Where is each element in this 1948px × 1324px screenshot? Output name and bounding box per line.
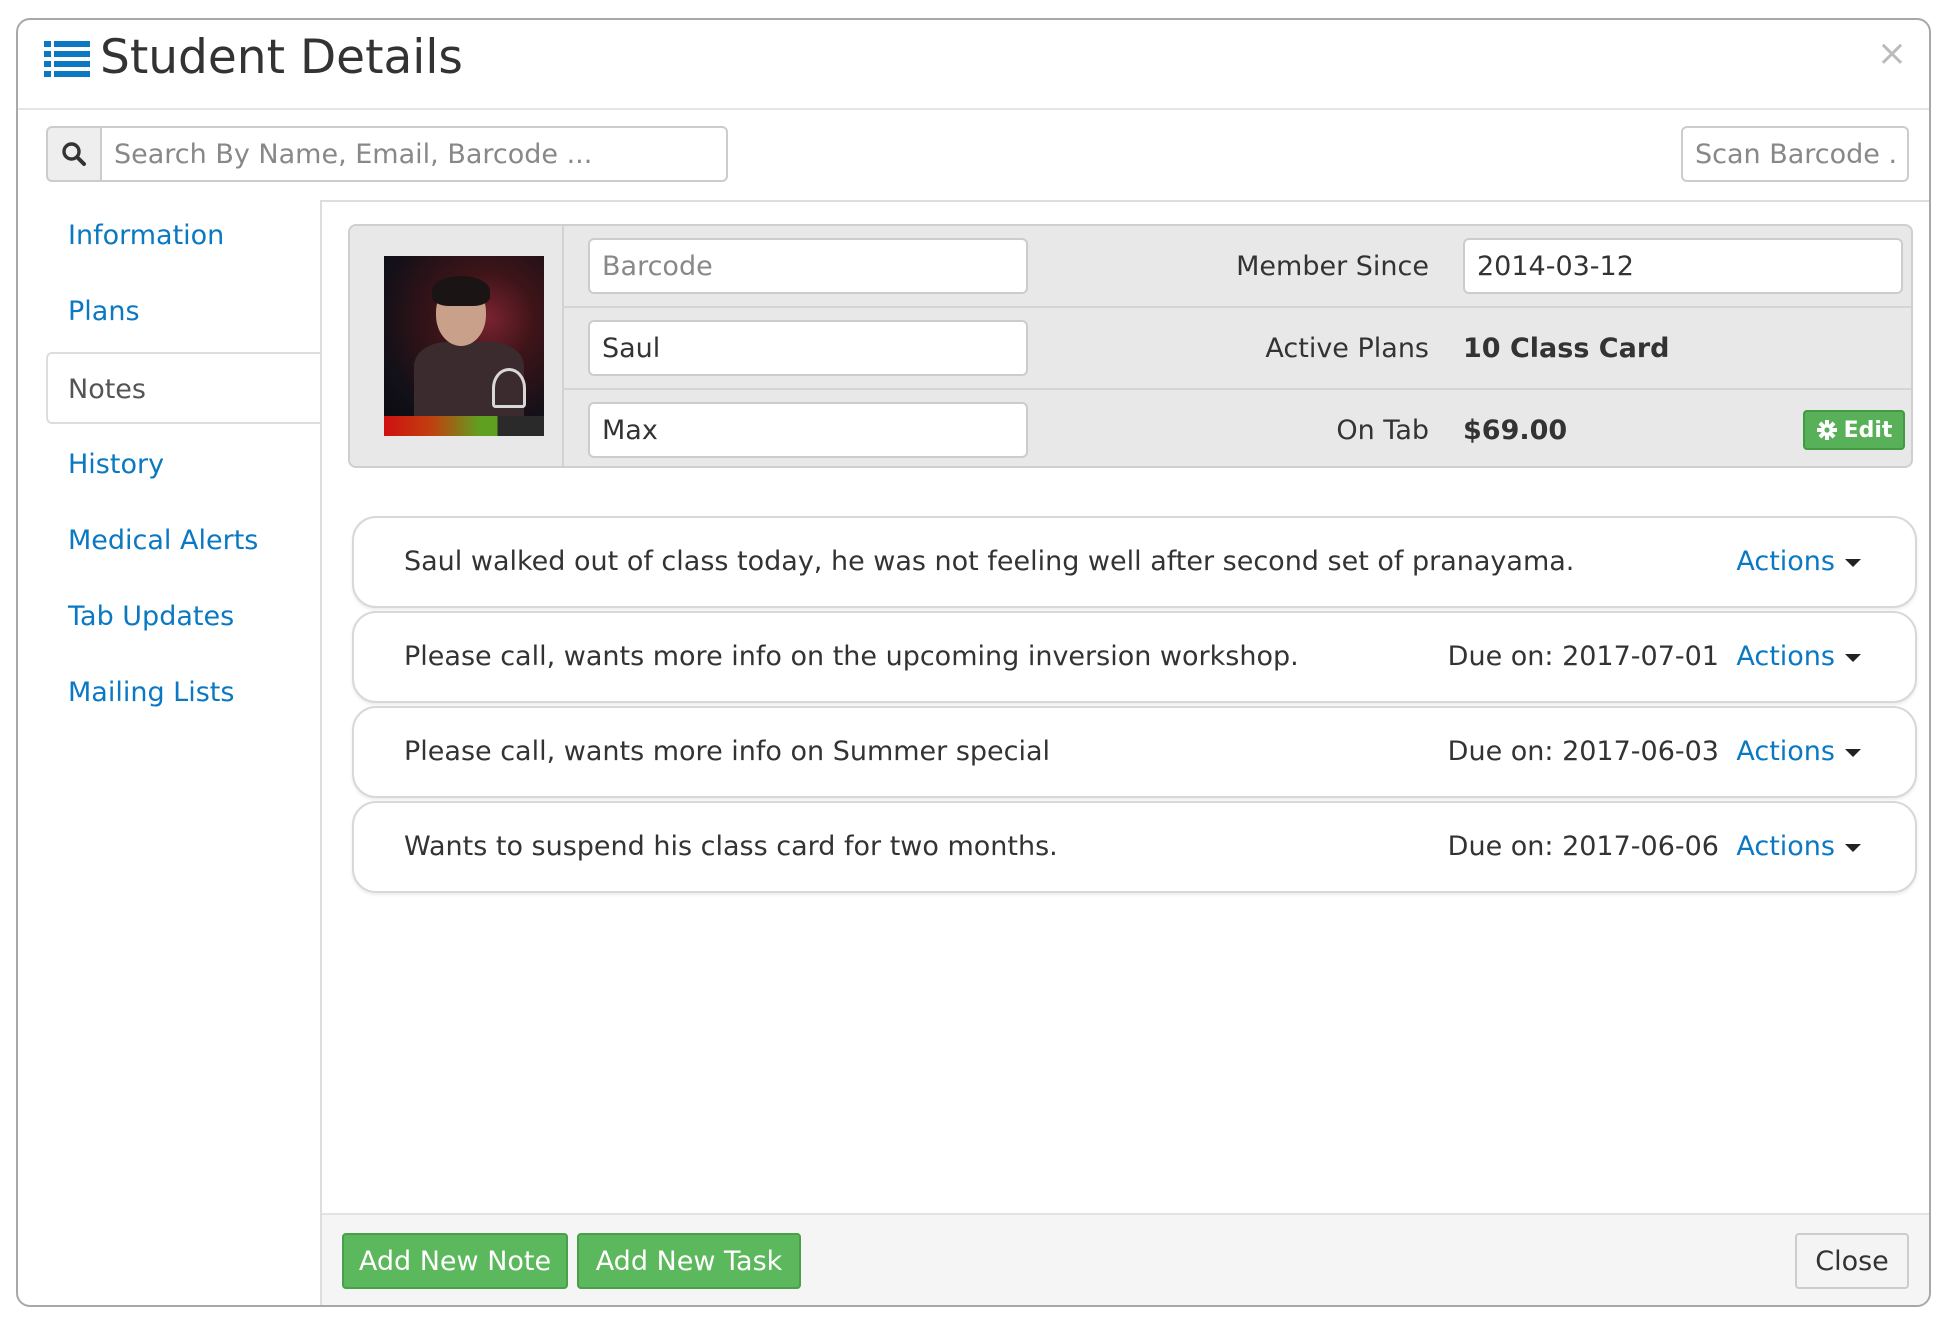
search-input[interactable]: [100, 126, 728, 182]
student-details-modal: Student Details × Information Plans Note…: [16, 18, 1931, 1307]
first-name-field[interactable]: [588, 320, 1028, 376]
search-addon: [46, 126, 100, 182]
caret-down-icon: [1845, 653, 1861, 662]
profile-row-first-name: Active Plans 10 Class Card: [564, 308, 1911, 390]
scan-barcode-input[interactable]: [1681, 126, 1909, 182]
search-group: [46, 126, 728, 182]
add-new-note-button[interactable]: Add New Note: [342, 1233, 568, 1289]
member-since-label: Member Since: [1236, 251, 1429, 282]
sidebar-item-mailing-lists[interactable]: Mailing Lists: [46, 657, 320, 729]
close-icon[interactable]: ×: [1877, 34, 1907, 74]
task-item: Please call, wants more info on Summer s…: [352, 706, 1917, 798]
sidebar-item-tab-updates[interactable]: Tab Updates: [46, 581, 320, 653]
member-since-field[interactable]: [1463, 238, 1903, 294]
due-date: Due on: 2017-07-01: [1447, 641, 1719, 672]
photo-cell: [350, 226, 564, 466]
note-text: Wants to suspend his class card for two …: [404, 831, 1058, 862]
active-plans-value: 10 Class Card: [1463, 333, 1670, 364]
modal-header: Student Details ×: [18, 20, 1929, 110]
due-date: Due on: 2017-06-06: [1447, 831, 1719, 862]
actions-label: Actions: [1736, 641, 1835, 672]
profile-row-last-name: On Tab $69.00 Edit: [564, 390, 1911, 466]
student-profile-panel: Member Since Active Plans 10 Class Card …: [348, 224, 1913, 468]
photo-status-bar: [384, 416, 544, 436]
caret-down-icon: [1845, 843, 1861, 852]
profile-row-barcode: Member Since: [564, 226, 1911, 308]
search-icon: [62, 142, 86, 166]
caret-down-icon: [1845, 748, 1861, 757]
notes-content: Member Since Active Plans 10 Class Card …: [320, 200, 1929, 1305]
sidebar-item-information[interactable]: Information: [46, 200, 320, 272]
note-text: Saul walked out of class today, he was n…: [404, 546, 1575, 577]
active-plans-label: Active Plans: [1265, 333, 1429, 364]
modal-title: Student Details: [100, 30, 463, 85]
on-tab-label: On Tab: [1336, 415, 1429, 446]
last-name-field[interactable]: [588, 402, 1028, 458]
note-actions-dropdown[interactable]: Actions: [1736, 803, 1861, 891]
edit-button[interactable]: Edit: [1803, 410, 1905, 450]
student-photo: [384, 256, 544, 436]
note-actions-dropdown[interactable]: Actions: [1736, 708, 1861, 796]
edit-label: Edit: [1843, 417, 1893, 443]
note-text: Please call, wants more info on Summer s…: [404, 736, 1051, 767]
add-new-task-button[interactable]: Add New Task: [577, 1233, 801, 1289]
sidebar-item-plans[interactable]: Plans: [46, 276, 320, 348]
note-actions-dropdown[interactable]: Actions: [1736, 613, 1861, 701]
actions-label: Actions: [1736, 546, 1835, 577]
sidebar-item-medical-alerts[interactable]: Medical Alerts: [46, 505, 320, 577]
sidebar-item-history[interactable]: History: [46, 429, 320, 501]
note-item: Saul walked out of class today, he was n…: [352, 516, 1917, 608]
actions-label: Actions: [1736, 736, 1835, 767]
caret-down-icon: [1845, 558, 1861, 567]
task-item: Please call, wants more info on the upco…: [352, 611, 1917, 703]
actions-label: Actions: [1736, 831, 1835, 862]
list-icon: [44, 41, 90, 77]
modal-footer: Add New Note Add New Task Close: [322, 1213, 1929, 1305]
note-actions-dropdown[interactable]: Actions: [1736, 518, 1861, 606]
note-text: Please call, wants more info on the upco…: [404, 641, 1299, 672]
on-tab-value: $69.00: [1463, 415, 1568, 446]
sidebar-item-notes[interactable]: Notes: [46, 352, 320, 424]
due-date: Due on: 2017-06-03: [1447, 736, 1719, 767]
close-button[interactable]: Close: [1795, 1233, 1909, 1289]
task-item: Wants to suspend his class card for two …: [352, 801, 1917, 893]
barcode-field[interactable]: [588, 238, 1028, 294]
gear-icon: [1816, 420, 1837, 440]
